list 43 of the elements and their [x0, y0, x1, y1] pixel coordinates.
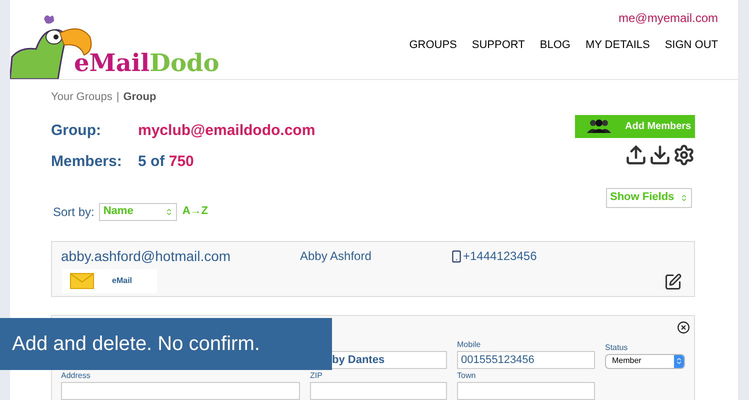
field-label: Status	[605, 342, 629, 354]
edit-icon[interactable]	[664, 272, 682, 290]
field-label: Mobile	[457, 338, 482, 350]
field-label: Address	[61, 370, 92, 382]
members-label: Members:	[51, 152, 123, 172]
phone-icon	[450, 250, 463, 262]
caption-banner: Add and delete. No confirm.	[0, 318, 332, 370]
members-count: 5 of 750	[138, 152, 194, 172]
envelope-icon	[70, 272, 94, 288]
breadcrumb-link[interactable]: Your Groups	[51, 89, 112, 106]
settings-icon[interactable]	[673, 144, 695, 166]
field-label: Town	[457, 370, 477, 382]
breadcrumb-current: Group	[123, 90, 156, 105]
nav-link[interactable]: SUPPORT	[472, 36, 525, 53]
people-icon	[587, 119, 611, 133]
sort-label: Sort by:	[53, 204, 94, 220]
member-email: abby.ashford@hotmail.com	[61, 246, 232, 266]
group-label: Group:	[51, 120, 102, 140]
email-channel-button[interactable]: eMail	[62, 268, 157, 292]
upload-icon[interactable]	[625, 144, 647, 166]
nav-link[interactable]: GROUPS	[409, 36, 457, 53]
field-label: ZIP	[310, 370, 324, 382]
text-field[interactable]	[61, 382, 300, 400]
status-select[interactable]: Member	[605, 354, 685, 368]
download-icon[interactable]	[649, 144, 671, 166]
account-email[interactable]: me@myemail.com	[618, 8, 718, 26]
nav-link[interactable]: SIGN OUT	[664, 36, 718, 53]
nav-link[interactable]: MY DETAILS	[585, 36, 650, 53]
text-field[interactable]	[457, 382, 595, 400]
close-icon[interactable]	[677, 320, 690, 334]
group-address: myclub@emaildodo.com	[138, 120, 316, 140]
nav-link[interactable]: BLOG	[540, 36, 570, 53]
member-phone: +1444123456	[463, 248, 537, 265]
select-caret-icon	[675, 357, 683, 365]
select-caret-icon	[165, 208, 174, 216]
mobile-field[interactable]: 001555123456	[457, 350, 595, 368]
text-field[interactable]	[310, 382, 447, 400]
site-logo[interactable]: eMailDodo	[10, 13, 220, 79]
name-field[interactable]: by Dantes	[332, 350, 447, 368]
member-name: Abby Ashford	[300, 248, 372, 265]
logo-wordmark: eMailDodo	[74, 51, 220, 75]
breadcrumb-separator: |	[116, 90, 120, 105]
select-caret-icon	[680, 194, 688, 202]
